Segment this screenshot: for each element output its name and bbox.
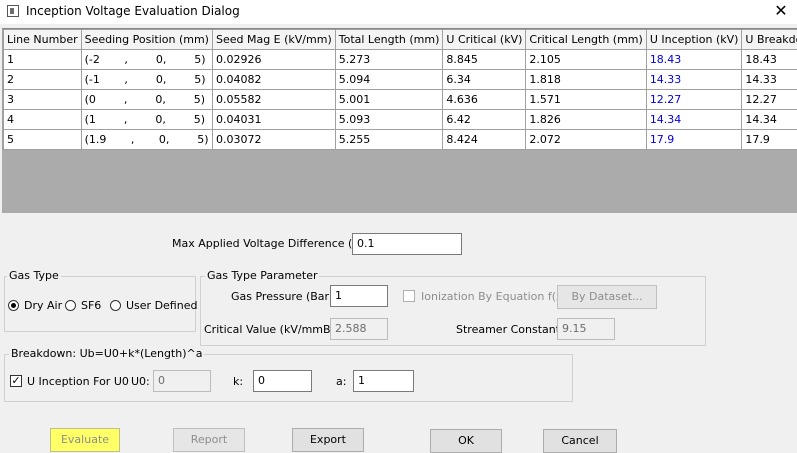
ionization-checkbox[interactable] bbox=[403, 290, 415, 302]
cell-u-breakdown[interactable]: 18.43 bbox=[742, 50, 797, 70]
column-header-critical-length[interactable]: Critical Length (mm) bbox=[526, 30, 646, 50]
cell-seed-mag[interactable]: 0.04031 bbox=[212, 110, 335, 130]
column-header-line-number[interactable]: Line Number bbox=[4, 30, 82, 50]
user-defined-radio[interactable] bbox=[110, 300, 121, 311]
cell-u-breakdown[interactable]: 17.9 bbox=[742, 130, 797, 150]
column-header-u-inception[interactable]: U Inception (kV) bbox=[646, 30, 742, 50]
by-dataset-button[interactable]: By Dataset... bbox=[557, 285, 657, 309]
cell-critical-length[interactable]: 1.826 bbox=[526, 110, 646, 130]
gas-pressure-label: Gas Pressure (Bar): bbox=[231, 290, 337, 303]
streamer-constant-field[interactable]: 9.15 bbox=[557, 318, 615, 340]
table-row[interactable]: 2 (-1 , 0, 5) 0.04082 5.094 6.34 1.818 1… bbox=[3, 70, 797, 90]
u-inception-label[interactable]: U Inception For U0 bbox=[27, 375, 129, 388]
u0-label: U0: bbox=[131, 375, 150, 388]
cell-seed-mag[interactable]: 0.04082 bbox=[212, 70, 335, 90]
ok-button[interactable]: OK bbox=[430, 429, 502, 453]
dry-air-label[interactable]: Dry Air bbox=[24, 299, 62, 312]
cell-total-length[interactable]: 5.094 bbox=[335, 70, 443, 90]
app-icon bbox=[7, 5, 19, 17]
k-field[interactable]: 0 bbox=[253, 370, 312, 392]
table-row[interactable]: 4 (1 , 0, 5) 0.04031 5.093 6.42 1.826 14… bbox=[3, 110, 797, 130]
a-field[interactable]: 1 bbox=[353, 370, 414, 392]
cell-total-length[interactable]: 5.001 bbox=[335, 90, 443, 110]
cell-u-breakdown[interactable]: 12.27 bbox=[742, 90, 797, 110]
cell-line-number[interactable]: 2 bbox=[4, 70, 82, 90]
streamer-constant-label: Streamer Constant: bbox=[456, 323, 564, 336]
user-defined-label[interactable]: User Defined bbox=[126, 299, 197, 312]
gas-param-title: Gas Type Parameter bbox=[205, 269, 319, 282]
table-row[interactable]: 5 (1.9 , 0, 5) 0.03072 5.255 8.424 2.072… bbox=[3, 130, 797, 150]
results-grid[interactable]: Line Number Seeding Position (mm) Seed M… bbox=[2, 28, 797, 213]
cell-line-number[interactable]: 1 bbox=[4, 50, 82, 70]
column-header-total-length[interactable]: Total Length (mm) bbox=[335, 30, 443, 50]
max-voltage-label: Max Applied Voltage Difference (kV): bbox=[172, 237, 374, 250]
cell-u-critical[interactable]: 6.34 bbox=[443, 70, 526, 90]
evaluate-button[interactable]: Evaluate bbox=[50, 428, 120, 452]
cell-line-number[interactable]: 3 bbox=[4, 90, 82, 110]
cell-u-inception[interactable]: 18.43 bbox=[646, 50, 742, 70]
cell-seeding-position[interactable]: (1 , 0, 5) bbox=[81, 110, 212, 130]
table-row[interactable]: 3 (0 , 0, 5) 0.05582 5.001 4.636 1.571 1… bbox=[3, 90, 797, 110]
window-title: Inception Voltage Evaluation Dialog bbox=[26, 4, 240, 18]
u-inception-checkbox[interactable]: ✓ bbox=[10, 375, 22, 387]
dry-air-radio[interactable] bbox=[8, 300, 19, 311]
cell-u-breakdown[interactable]: 14.34 bbox=[742, 110, 797, 130]
cell-line-number[interactable]: 4 bbox=[4, 110, 82, 130]
cell-u-critical[interactable]: 8.845 bbox=[443, 50, 526, 70]
cell-critical-length[interactable]: 2.072 bbox=[526, 130, 646, 150]
column-header-u-breakdown[interactable]: U Breakdown (kV) bbox=[742, 30, 797, 50]
cell-line-number[interactable]: 5 bbox=[4, 130, 82, 150]
results-table: Line Number Seeding Position (mm) Seed M… bbox=[2, 29, 797, 150]
gas-pressure-field[interactable]: 1 bbox=[330, 285, 388, 307]
u0-field[interactable]: 0 bbox=[153, 370, 211, 392]
table-row[interactable]: 1 (-2 , 0, 5) 0.02926 5.273 8.845 2.105 … bbox=[3, 50, 797, 70]
cell-seeding-position[interactable]: (0 , 0, 5) bbox=[81, 90, 212, 110]
a-label: a: bbox=[336, 375, 346, 388]
cell-seed-mag[interactable]: 0.02926 bbox=[212, 50, 335, 70]
title-bar: Inception Voltage Evaluation Dialog ✕ bbox=[0, 0, 797, 24]
sf6-label[interactable]: SF6 bbox=[81, 299, 101, 312]
max-voltage-field[interactable]: 0.1 bbox=[352, 233, 462, 255]
cell-critical-length[interactable]: 2.105 bbox=[526, 50, 646, 70]
close-icon[interactable]: ✕ bbox=[766, 0, 796, 24]
cell-seeding-position[interactable]: (-2 , 0, 5) bbox=[81, 50, 212, 70]
cell-u-inception[interactable]: 12.27 bbox=[646, 90, 742, 110]
critical-value-label: Critical Value (kV/mmBar): bbox=[204, 323, 350, 336]
cell-seeding-position[interactable]: (1.9 , 0, 5) bbox=[81, 130, 212, 150]
cancel-button[interactable]: Cancel bbox=[543, 429, 617, 453]
column-header-u-critical[interactable]: U Critical (kV) bbox=[443, 30, 526, 50]
ionization-label: Ionization By Equation f(x): bbox=[421, 290, 571, 303]
cell-u-inception[interactable]: 14.33 bbox=[646, 70, 742, 90]
cell-seed-mag[interactable]: 0.03072 bbox=[212, 130, 335, 150]
cell-total-length[interactable]: 5.255 bbox=[335, 130, 443, 150]
cell-total-length[interactable]: 5.093 bbox=[335, 110, 443, 130]
sf6-radio[interactable] bbox=[65, 300, 76, 311]
k-label: k: bbox=[233, 375, 243, 388]
cell-seeding-position[interactable]: (-1 , 0, 5) bbox=[81, 70, 212, 90]
cell-u-critical[interactable]: 6.42 bbox=[443, 110, 526, 130]
column-header-seed-mag[interactable]: Seed Mag E (kV/mm) bbox=[212, 30, 335, 50]
gas-type-title: Gas Type bbox=[7, 269, 61, 282]
cell-u-inception[interactable]: 17.9 bbox=[646, 130, 742, 150]
cell-u-breakdown[interactable]: 14.33 bbox=[742, 70, 797, 90]
export-button[interactable]: Export bbox=[292, 428, 364, 452]
cell-u-inception[interactable]: 14.34 bbox=[646, 110, 742, 130]
report-button[interactable]: Report bbox=[173, 428, 245, 452]
cell-total-length[interactable]: 5.273 bbox=[335, 50, 443, 70]
column-header-seeding-position[interactable]: Seeding Position (mm) bbox=[81, 30, 212, 50]
cell-critical-length[interactable]: 1.571 bbox=[526, 90, 646, 110]
cell-seed-mag[interactable]: 0.05582 bbox=[212, 90, 335, 110]
breakdown-title: Breakdown: Ub=U0+k*(Length)^a bbox=[9, 347, 204, 360]
cell-critical-length[interactable]: 1.818 bbox=[526, 70, 646, 90]
critical-value-field[interactable]: 2.588 bbox=[330, 318, 388, 340]
cell-u-critical[interactable]: 8.424 bbox=[443, 130, 526, 150]
cell-u-critical[interactable]: 4.636 bbox=[443, 90, 526, 110]
